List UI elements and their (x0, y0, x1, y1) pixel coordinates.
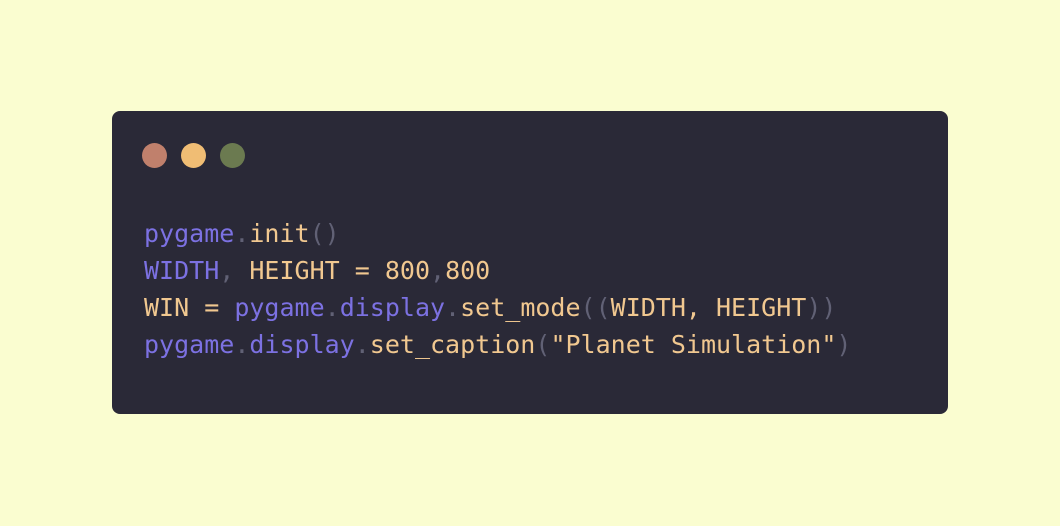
close-dot-icon[interactable] (142, 143, 167, 168)
code-token: set_caption (369, 330, 536, 359)
window-controls (142, 143, 245, 168)
code-line: WIDTH, HEIGHT = 800,800 (144, 252, 851, 289)
code-token: init (249, 219, 310, 248)
code-line: pygame.display.set_caption("Planet Simul… (144, 326, 851, 363)
code-line: pygame.init() (144, 215, 851, 252)
code-token: (( (580, 293, 611, 322)
code-token: . (234, 219, 250, 248)
code-token: . (354, 330, 370, 359)
code-token: ) (836, 330, 852, 359)
code-token: display (339, 293, 446, 322)
code-token: display (249, 330, 355, 359)
code-token: () (309, 219, 340, 248)
code-token: HEIGHT = 800 (249, 256, 430, 285)
code-token: . (324, 293, 340, 322)
code-token: WIN = (144, 293, 235, 322)
code-token: 800 (445, 256, 491, 285)
code-token: pygame (144, 330, 235, 359)
maximize-dot-icon[interactable] (220, 143, 245, 168)
code-token: WIDTH, HEIGHT (610, 293, 807, 322)
code-token: pygame (144, 219, 235, 248)
code-token: WIDTH (144, 256, 220, 285)
code-window: pygame.init() WIDTH, HEIGHT = 800,800 WIN … (112, 111, 948, 414)
code-token: . (445, 293, 461, 322)
code-token: , (430, 256, 446, 285)
code-line: WIN = pygame.display.set_mode((WIDTH, HE… (144, 289, 851, 326)
code-block: pygame.init() WIDTH, HEIGHT = 800,800 WIN … (144, 215, 851, 363)
code-token: ( (535, 330, 551, 359)
code-token: set_mode (460, 293, 581, 322)
minimize-dot-icon[interactable] (181, 143, 206, 168)
code-token: . (234, 330, 250, 359)
code-token: , (219, 256, 250, 285)
code-token: "Planet Simulation" (550, 330, 837, 359)
code-token: pygame (234, 293, 325, 322)
code-token: )) (806, 293, 837, 322)
